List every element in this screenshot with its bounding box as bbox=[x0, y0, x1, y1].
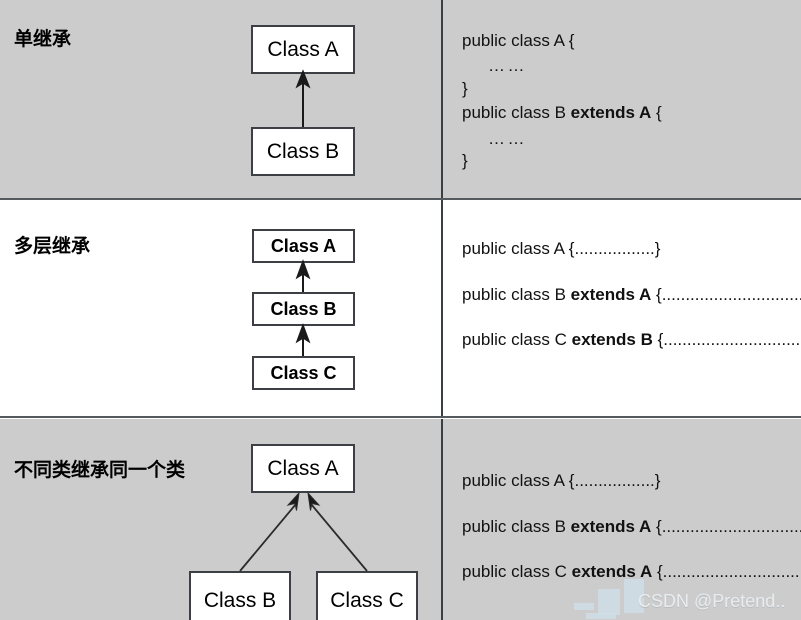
code-post: { bbox=[651, 517, 662, 536]
code-pre: public class A { bbox=[462, 239, 575, 258]
code-line-2-dots: …… bbox=[488, 56, 527, 75]
code-post: { bbox=[652, 562, 663, 581]
arrow-head-b-to-a bbox=[295, 259, 311, 280]
code-line-1: public class A {.................} bbox=[462, 471, 660, 491]
arrow-head-b-to-a bbox=[286, 491, 300, 511]
code-pre: public class C bbox=[462, 330, 572, 349]
code-line-4: public class B extends A { bbox=[462, 103, 662, 123]
arrow-head-b-to-a bbox=[295, 69, 311, 89]
section-single-inheritance: 单继承 Class A Class B public class A { …… … bbox=[0, 0, 801, 198]
code-keyword-extends: extends B bbox=[571, 330, 653, 349]
arrow-line-c-to-a bbox=[310, 503, 368, 572]
class-box-b-multilevel: Class B bbox=[252, 292, 355, 326]
code-dots: .................} bbox=[574, 471, 661, 490]
code-line-6: } bbox=[462, 151, 468, 170]
code-column-single: public class A { …… } public class B ext… bbox=[443, 0, 801, 198]
class-box-a-hierarchical: Class A bbox=[251, 444, 355, 493]
code-dots: .................................... bbox=[663, 330, 801, 349]
code-pre: public class C bbox=[462, 562, 572, 581]
class-box-a-single: Class A bbox=[251, 25, 355, 74]
code-dots: .................................... bbox=[662, 562, 801, 581]
code-column-multilevel: public class A {.................} publi… bbox=[443, 200, 801, 415]
code-dots: .................} bbox=[574, 239, 661, 258]
section-label-hierarchical-inheritance: 不同类继承同一个类 bbox=[14, 460, 186, 481]
arrow-line-b-to-a bbox=[239, 503, 297, 572]
code-pre: public class B bbox=[462, 517, 571, 536]
code-line-3: } bbox=[462, 79, 468, 98]
code-column-hierarchical: public class A {.................} publi… bbox=[443, 419, 801, 620]
code-line-2: public class B extends A {..............… bbox=[462, 517, 801, 537]
code-line-2: public class B extends A {..............… bbox=[462, 285, 801, 305]
code-dots: .................................... bbox=[661, 517, 801, 536]
code-line-1: public class A {.................} bbox=[462, 239, 660, 259]
code-keyword-extends: extends A bbox=[570, 517, 652, 536]
column-divider-row-1 bbox=[441, 0, 443, 198]
class-box-a-multilevel: Class A bbox=[252, 229, 355, 263]
code-line-3: public class C extends B {..............… bbox=[462, 330, 801, 350]
code-keyword-extends: extends A bbox=[570, 285, 652, 304]
class-box-b-hierarchical: Class B bbox=[189, 571, 291, 620]
inheritance-diagram-page: 单继承 Class A Class B public class A { …… … bbox=[0, 0, 801, 620]
class-box-c-hierarchical: Class C bbox=[316, 571, 418, 620]
code-dots: .................................... bbox=[661, 285, 801, 304]
code-line-1: public class A { bbox=[462, 31, 575, 50]
code-post: { bbox=[651, 103, 662, 122]
code-post: { bbox=[651, 285, 662, 304]
section-label-single-inheritance: 单继承 bbox=[14, 29, 72, 50]
section-label-multilevel-inheritance: 多层继承 bbox=[14, 236, 91, 257]
class-box-c-multilevel: Class C bbox=[252, 356, 355, 390]
class-box-b-single: Class B bbox=[251, 127, 355, 176]
code-line-5-dots: …… bbox=[488, 129, 527, 148]
code-pre: public class B bbox=[462, 103, 571, 122]
code-post: { bbox=[652, 330, 664, 349]
arrow-head-c-to-a bbox=[307, 491, 321, 511]
code-pre: public class B bbox=[462, 285, 571, 304]
code-keyword-extends: extends A bbox=[571, 562, 653, 581]
code-keyword-extends: extends A bbox=[570, 103, 652, 122]
section-hierarchical-inheritance: 不同类继承同一个类 Class A Class B Class C public… bbox=[0, 419, 801, 620]
code-pre: public class A { bbox=[462, 471, 575, 490]
column-divider-row-2 bbox=[441, 200, 443, 416]
row-divider-2 bbox=[0, 416, 801, 418]
column-divider-row-3 bbox=[441, 419, 443, 620]
code-line-3: public class C extends A {..............… bbox=[462, 562, 801, 582]
arrow-head-c-to-b bbox=[295, 323, 311, 344]
section-multilevel-inheritance: 多层继承 Class A Class B Class C public clas… bbox=[0, 200, 801, 415]
